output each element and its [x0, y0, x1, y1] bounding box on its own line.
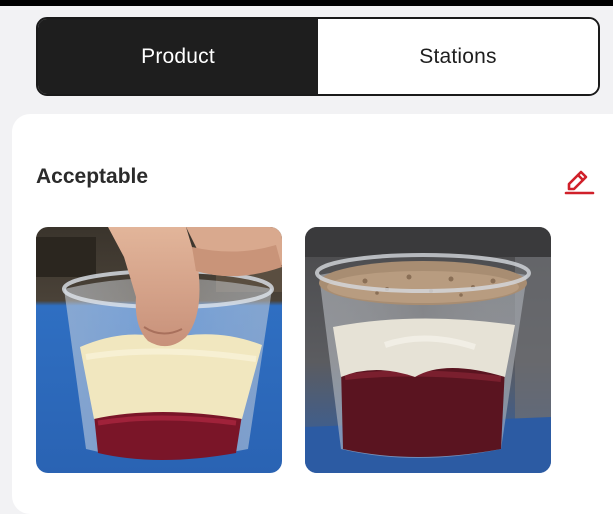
- pencil-edit-icon[interactable]: [562, 162, 596, 196]
- tab-product[interactable]: Product: [38, 19, 318, 94]
- segmented-control: Product Stations: [36, 17, 600, 96]
- tab-stations[interactable]: Stations: [318, 19, 598, 94]
- product-photo-1[interactable]: [36, 227, 282, 473]
- section-title: Acceptable: [36, 165, 149, 188]
- product-photo-2[interactable]: [305, 227, 551, 473]
- status-bar-strip: [0, 0, 613, 6]
